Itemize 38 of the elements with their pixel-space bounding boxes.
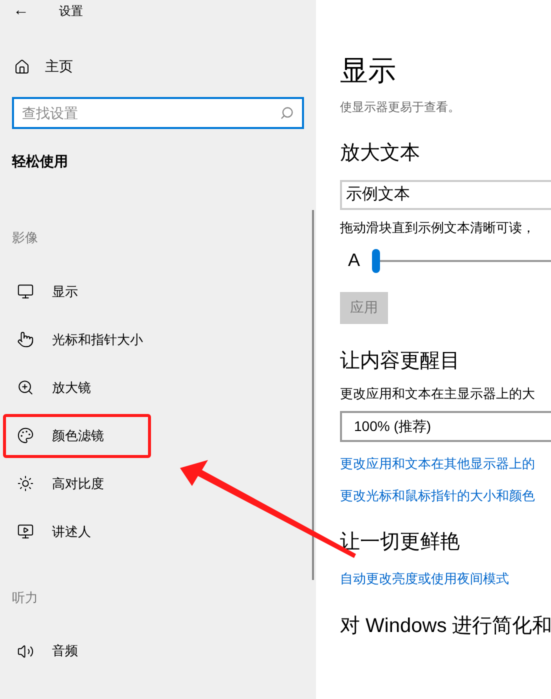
section-title: 对 Windows 进行简化和 bbox=[340, 614, 551, 638]
back-arrow[interactable]: ← bbox=[13, 0, 29, 23]
page-title: 显示 bbox=[340, 54, 397, 88]
page-subtitle: 使显示器更易于查看。 bbox=[340, 99, 461, 116]
slider-thumb[interactable] bbox=[372, 248, 380, 272]
nav-item[interactable]: 讲述人 bbox=[3, 510, 151, 554]
group-label: 影像 bbox=[11, 229, 39, 247]
section-title: 放大文本 bbox=[340, 141, 421, 166]
nav-item[interactable]: 光标和指针大小 bbox=[3, 318, 151, 362]
description-text: 更改应用和文本在主显示器上的大 bbox=[340, 384, 536, 402]
settings-link[interactable]: 更改应用和文本在其他显示器上的 bbox=[340, 454, 551, 474]
nav-item[interactable]: 音频 bbox=[3, 629, 151, 673]
settings-link[interactable]: 更改光标和鼠标指针的大小和颜色 bbox=[340, 486, 551, 505]
zoom-in-icon bbox=[17, 379, 34, 396]
description-text: 拖动滑块直到示例文本清晰可读， bbox=[340, 219, 536, 237]
window-title: 设置 bbox=[59, 3, 83, 20]
nav-item[interactable]: 高对比度 bbox=[3, 462, 151, 506]
home-icon bbox=[14, 58, 30, 74]
speaker-icon bbox=[17, 642, 34, 660]
home-item[interactable]: 主页 bbox=[45, 56, 73, 77]
group-label: 听力 bbox=[11, 588, 39, 606]
slider-label: A bbox=[348, 249, 360, 272]
sample-text-field[interactable]: 示例文本 bbox=[340, 180, 551, 210]
section-title: 让内容更醒目 bbox=[340, 348, 461, 374]
nav-item[interactable]: 颜色滤镜 bbox=[3, 414, 151, 458]
section-heading: 轻松使用 bbox=[10, 152, 69, 171]
sun-icon bbox=[17, 475, 34, 492]
search-field[interactable]: 查找设置 bbox=[12, 97, 304, 129]
search-icon bbox=[280, 106, 294, 120]
section-title: 让一切更鲜艳 bbox=[340, 530, 461, 555]
hand-pointer-icon bbox=[17, 331, 34, 348]
scale-dropdown[interactable]: 100% (推荐) bbox=[340, 411, 551, 442]
settings-link[interactable]: 自动更改亮度或使用夜间模式 bbox=[340, 569, 551, 588]
monitor-icon bbox=[17, 523, 34, 540]
palette-icon bbox=[17, 427, 34, 444]
nav-item[interactable]: 显示 bbox=[3, 270, 151, 314]
monitor-icon bbox=[17, 283, 34, 300]
nav-item[interactable]: 放大镜 bbox=[3, 366, 151, 410]
